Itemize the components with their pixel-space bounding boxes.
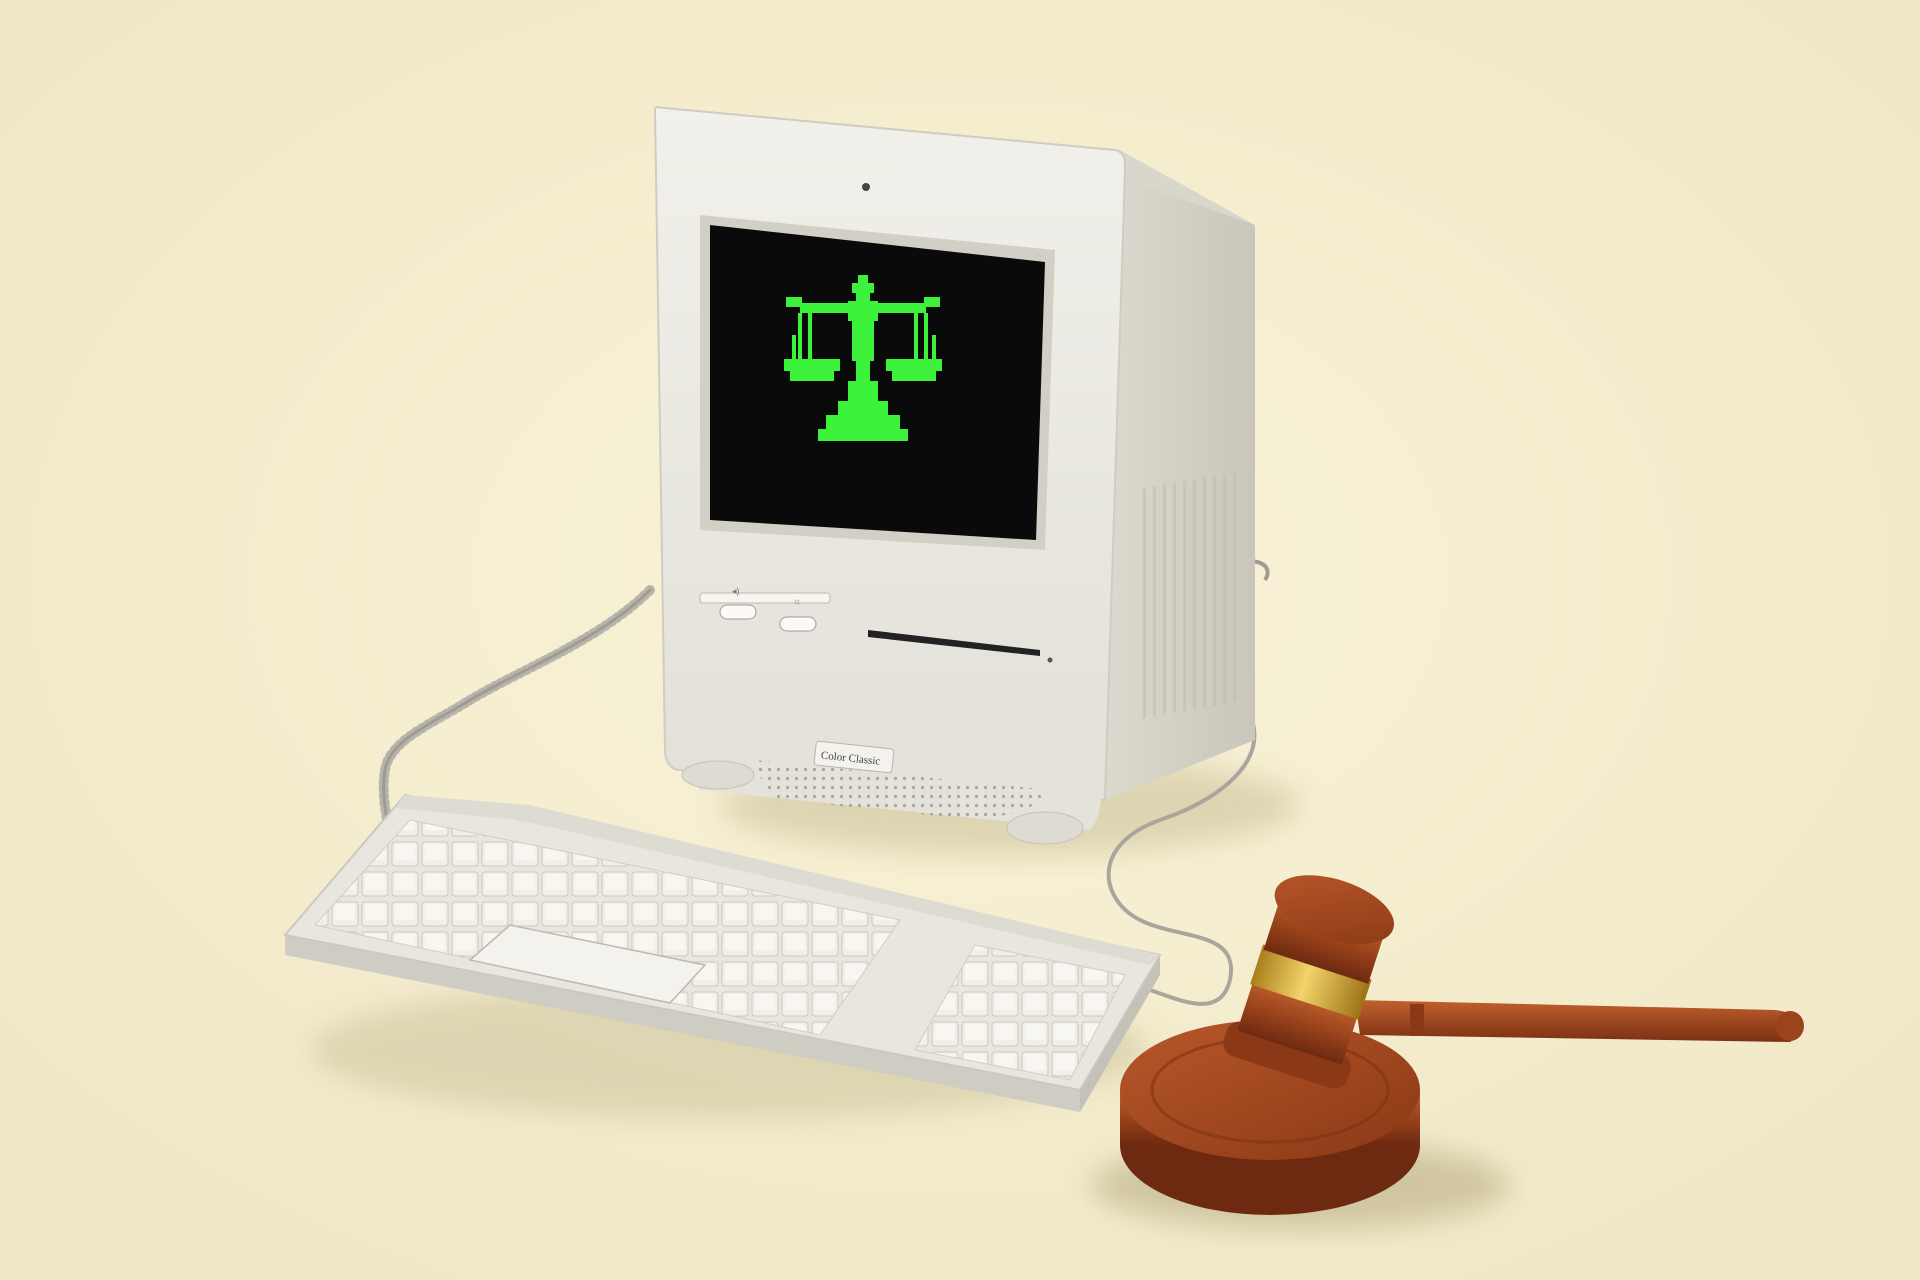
foot-left — [681, 760, 755, 790]
handle-knob — [1776, 1011, 1804, 1041]
side-vents — [1140, 471, 1240, 719]
brightness-glyph: ☼ — [793, 596, 801, 606]
brightness-slider — [779, 616, 817, 632]
camera-dot — [862, 183, 870, 191]
computer: ◂) ☼ Color Classic — [653, 106, 1255, 845]
handle-ring — [1410, 1004, 1424, 1036]
scene: ◂) ☼ Color Classic — [0, 0, 1920, 1280]
foot-right — [1006, 811, 1084, 845]
volume-slider — [719, 604, 757, 620]
speaker-glyph: ◂) — [732, 586, 740, 596]
control-strip — [699, 592, 831, 604]
power-led — [1047, 657, 1053, 663]
